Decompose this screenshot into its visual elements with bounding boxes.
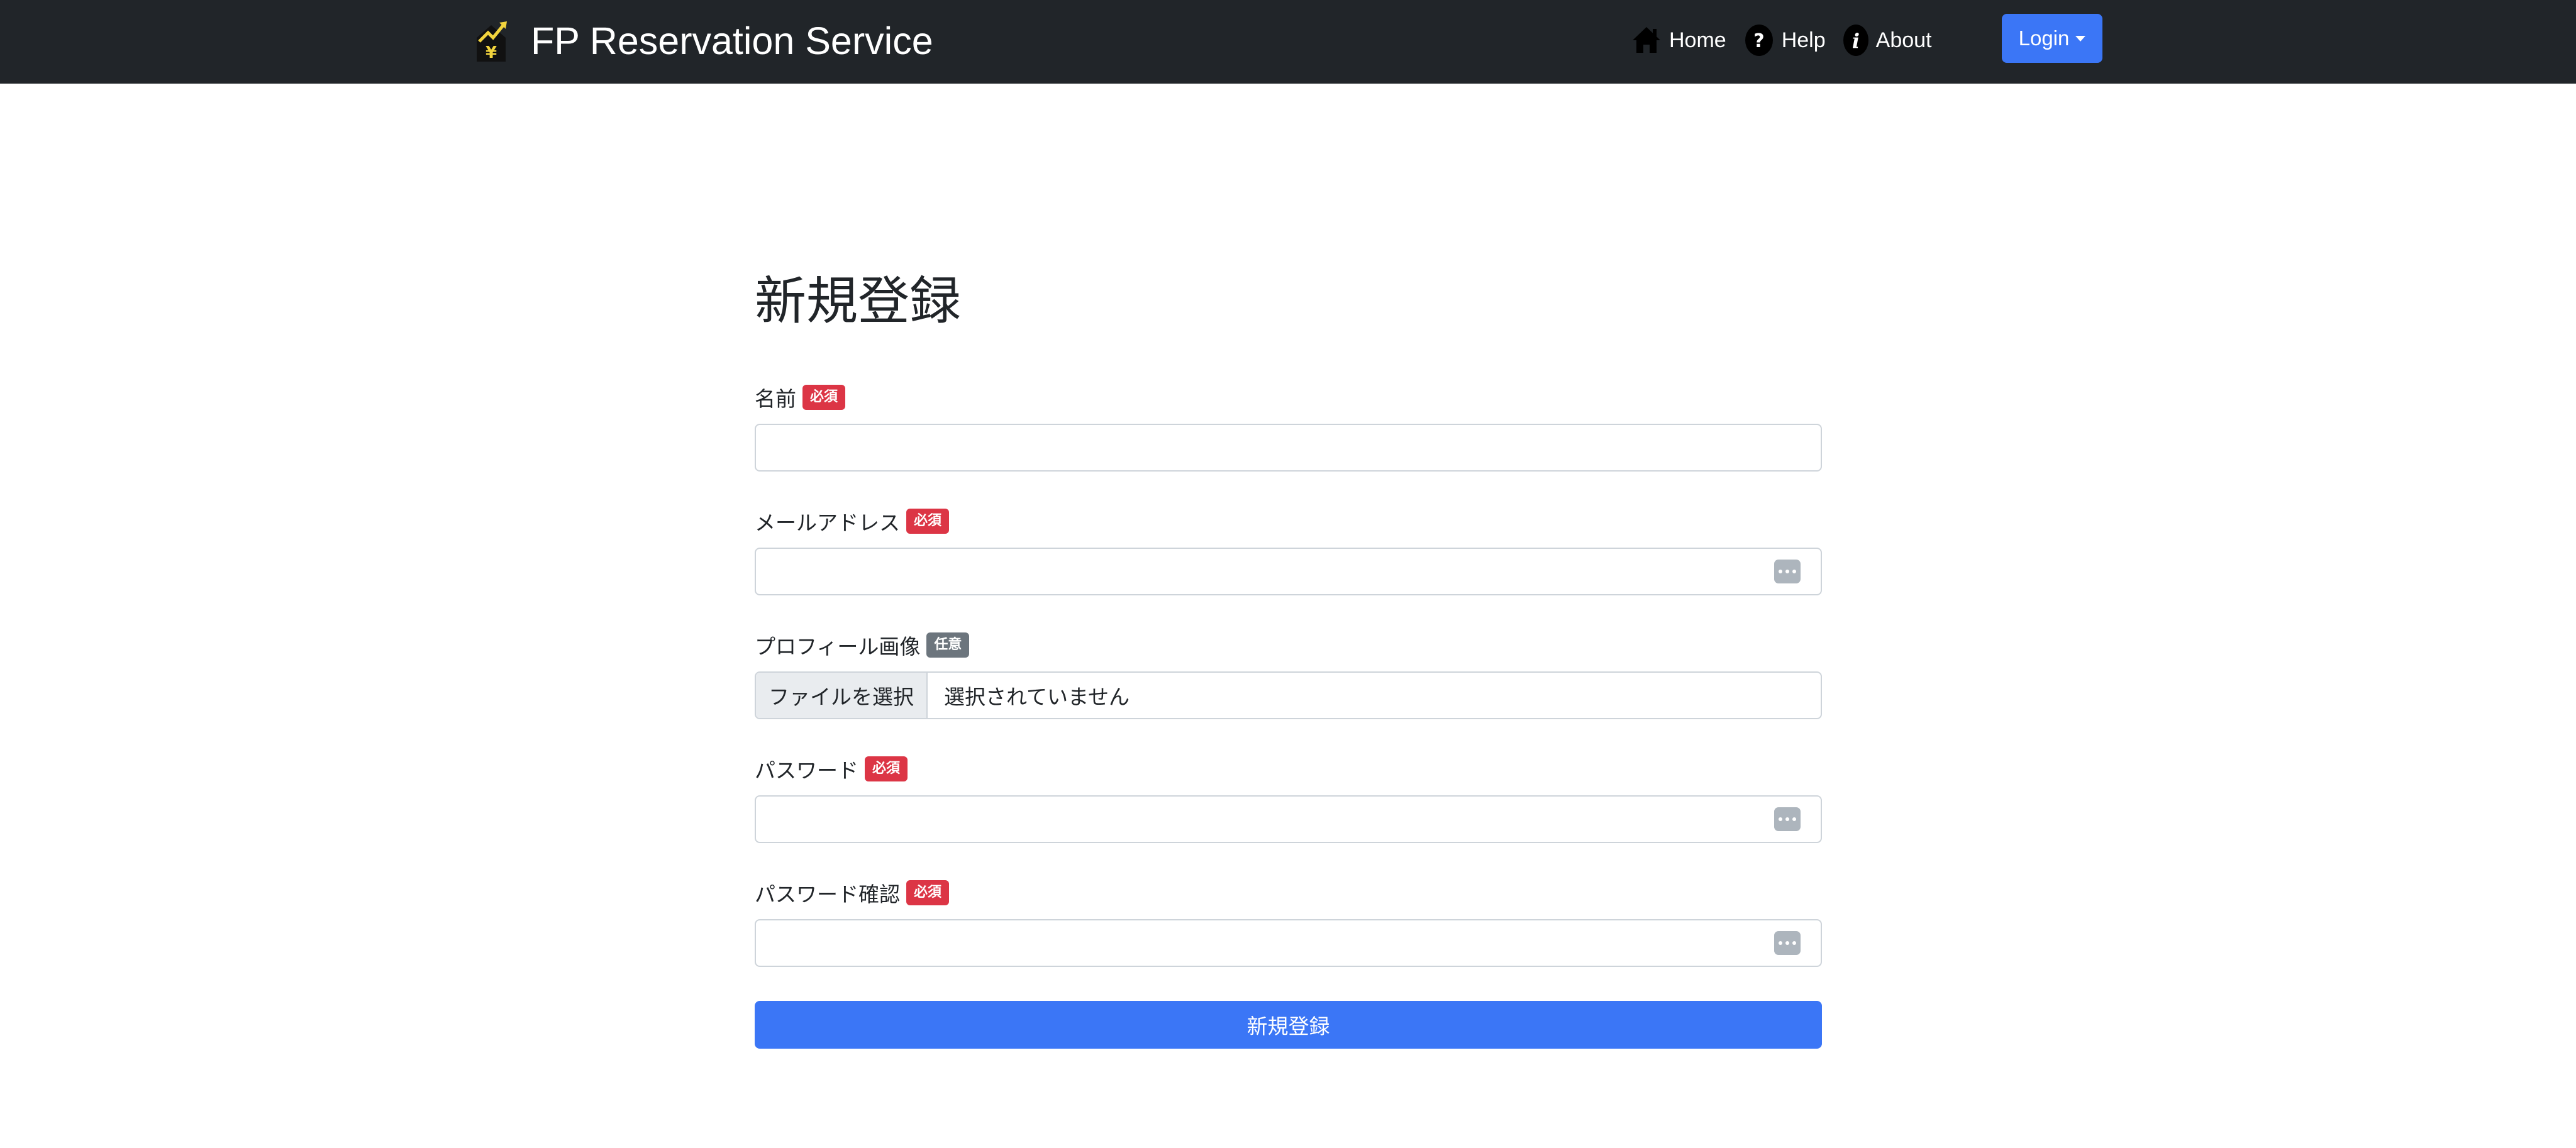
password-confirm-field-group: パスワード確認 必須 bbox=[755, 879, 1822, 967]
profile-image-label-row: プロフィール画像 任意 bbox=[755, 631, 1822, 659]
login-label: Login bbox=[2018, 26, 2070, 50]
email-label-row: メールアドレス 必須 bbox=[755, 507, 1822, 535]
nav-link-help[interactable]: ? Help bbox=[1743, 24, 1826, 57]
password-confirm-label: パスワード確認 bbox=[755, 882, 900, 907]
required-badge: 必須 bbox=[906, 509, 950, 534]
optional-badge: 任意 bbox=[926, 632, 970, 658]
autofill-icon[interactable] bbox=[1774, 931, 1801, 955]
autofill-icon[interactable] bbox=[1774, 807, 1801, 831]
signup-form: 新規登録 名前 必須 メールアドレス 必須 プロフィール画像 任意 ファイルを選… bbox=[755, 264, 1822, 1049]
nav-link-about-label: About bbox=[1875, 28, 1932, 52]
house-yen-chart-icon: ¥ bbox=[477, 21, 507, 62]
home-icon bbox=[1633, 27, 1660, 53]
email-input[interactable] bbox=[756, 549, 1821, 594]
required-badge: 必須 bbox=[802, 385, 846, 410]
name-input-box[interactable] bbox=[755, 424, 1822, 472]
name-field-group: 名前 必須 bbox=[755, 384, 1822, 472]
email-field-group: メールアドレス 必須 bbox=[755, 507, 1822, 595]
required-badge: 必須 bbox=[865, 756, 908, 781]
password-confirm-input[interactable] bbox=[756, 920, 1821, 966]
login-dropdown-button[interactable]: Login bbox=[2002, 14, 2102, 63]
password-confirm-label-row: パスワード確認 必須 bbox=[755, 879, 1822, 907]
email-label: メールアドレス bbox=[755, 511, 900, 535]
name-label: 名前 bbox=[755, 387, 796, 411]
svg-text:?: ? bbox=[1753, 30, 1764, 52]
svg-text:¥: ¥ bbox=[486, 43, 497, 62]
name-input[interactable] bbox=[756, 425, 1821, 470]
question-circle-icon: ? bbox=[1745, 25, 1773, 56]
file-status-text: 選択されていません bbox=[944, 685, 1130, 709]
nav-link-home[interactable]: Home bbox=[1630, 24, 1726, 57]
info-circle-icon: i bbox=[1843, 25, 1868, 56]
password-confirm-input-box[interactable] bbox=[755, 919, 1822, 967]
password-input-box[interactable] bbox=[755, 795, 1822, 843]
nav-link-help-label: Help bbox=[1781, 28, 1826, 52]
password-field-group: パスワード 必須 bbox=[755, 755, 1822, 843]
password-label: パスワード bbox=[755, 758, 858, 783]
nav-link-about[interactable]: i About bbox=[1842, 24, 1932, 57]
brand[interactable]: ¥ FP Reservation Service bbox=[473, 15, 933, 67]
caret-down-icon bbox=[2075, 35, 2086, 41]
page-title: 新規登録 bbox=[755, 272, 962, 331]
name-label-row: 名前 必須 bbox=[755, 384, 1822, 411]
password-label-row: パスワード 必須 bbox=[755, 755, 1822, 783]
choose-file-button[interactable]: ファイルを選択 bbox=[756, 673, 928, 718]
autofill-icon[interactable] bbox=[1774, 560, 1801, 583]
profile-image-file-input[interactable]: ファイルを選択 選択されていません bbox=[755, 671, 1822, 719]
profile-image-label: プロフィール画像 bbox=[755, 634, 921, 659]
navbar: ¥ FP Reservation Service Home ? Help i A… bbox=[0, 0, 2576, 84]
register-submit-button[interactable]: 新規登録 bbox=[755, 1001, 1822, 1049]
brand-title[interactable]: FP Reservation Service bbox=[531, 19, 933, 63]
password-input[interactable] bbox=[756, 797, 1821, 842]
email-input-box[interactable] bbox=[755, 548, 1822, 595]
svg-text:i: i bbox=[1852, 29, 1860, 53]
nav-links: Home ? Help i About bbox=[1630, 21, 1948, 59]
nav-link-home-label: Home bbox=[1669, 28, 1726, 52]
required-badge: 必須 bbox=[906, 880, 950, 905]
profile-image-field-group: プロフィール画像 任意 ファイルを選択 選択されていません bbox=[755, 631, 1822, 719]
